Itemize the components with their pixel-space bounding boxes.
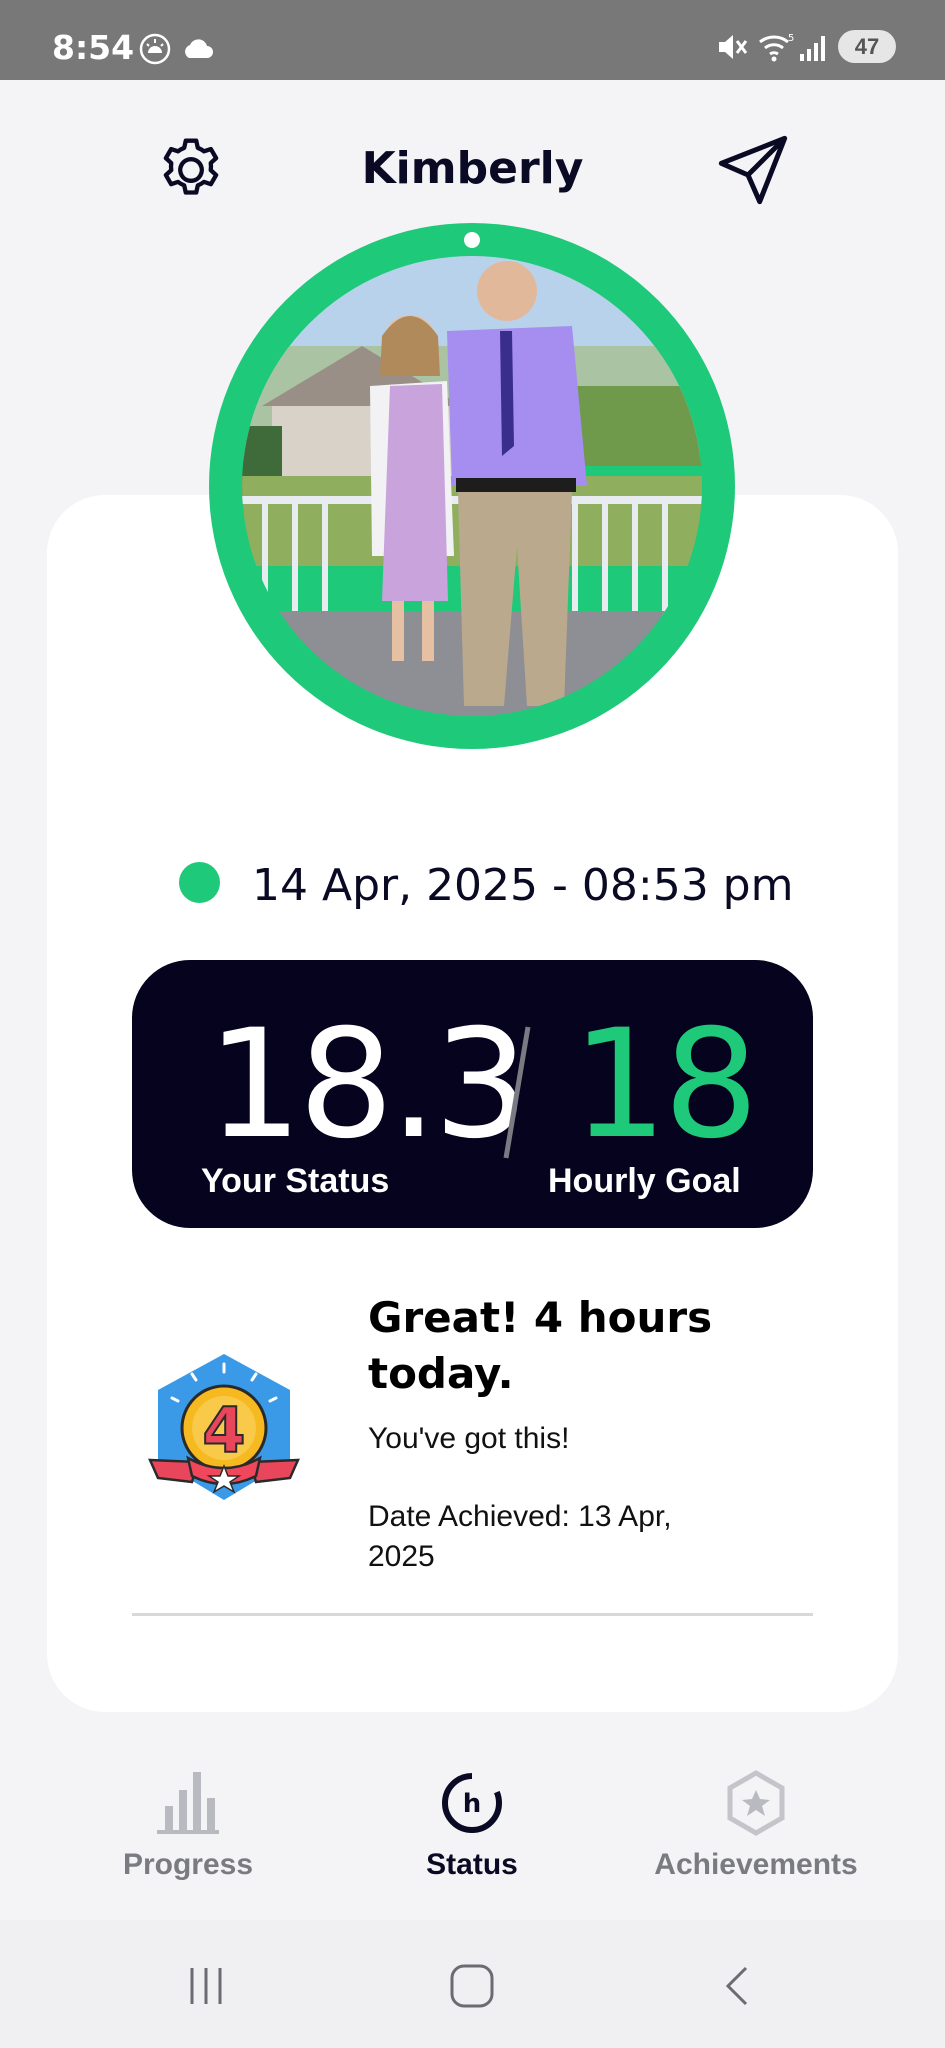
send-button[interactable]	[708, 125, 798, 215]
nav-progress-label: Progress	[122, 1848, 254, 1881]
back-button[interactable]	[708, 1956, 768, 2016]
nav-achievements[interactable]: Achievements	[626, 1770, 886, 1890]
page-title: Kimberly	[361, 143, 584, 194]
nav-status[interactable]: h Status	[342, 1770, 602, 1890]
status-time: 8:54	[52, 28, 135, 67]
avatar[interactable]	[242, 256, 702, 716]
battery-icon: 47	[838, 30, 896, 63]
sun-alert-icon	[139, 33, 171, 65]
status-value: 18.3	[207, 998, 529, 1172]
status-datetime: 14 Apr, 2025 - 08:53 pm	[252, 860, 794, 911]
status-label: Your Status	[201, 1162, 390, 1200]
home-button[interactable]	[442, 1956, 502, 2016]
score-panel: 18.3 18 Your Status Hourly Goal	[132, 960, 813, 1228]
wifi-icon: 5	[759, 33, 794, 62]
achievement-title: Great! 4 hours today.	[368, 1293, 713, 1398]
star-badge-icon	[727, 1770, 785, 1836]
achievement-date: Date Achieved: 13 Apr, 2025	[368, 1500, 672, 1573]
mute-icon	[719, 35, 748, 59]
goal-value: 18	[572, 998, 759, 1172]
profile-photo	[242, 256, 702, 716]
nav-progress[interactable]: Progress	[58, 1770, 318, 1890]
online-status-dot	[179, 862, 220, 903]
svg-text:h: h	[463, 1789, 482, 1819]
recents-button[interactable]	[176, 1956, 236, 2016]
badge-number: 4	[202, 1394, 245, 1467]
ring-indicator-dot	[464, 232, 480, 248]
recents-icon	[190, 1968, 222, 2004]
system-nav-bar	[0, 1920, 945, 2048]
bar-chart-icon	[157, 1772, 219, 1834]
nav-achievements-label: Achievements	[654, 1848, 858, 1881]
achievement-badge-icon: 4	[148, 1354, 300, 1500]
status-bar: 8:54 5 47	[0, 0, 945, 80]
nav-status-label: Status	[426, 1848, 518, 1881]
achievement-subtitle: You've got this!	[368, 1422, 570, 1455]
home-icon	[450, 1964, 494, 2008]
divider	[132, 1613, 813, 1616]
svg-text:5: 5	[788, 33, 794, 44]
goal-label: Hourly Goal	[548, 1162, 741, 1200]
send-icon	[718, 135, 788, 205]
cloud-icon	[185, 39, 213, 58]
clock-h-icon: h	[442, 1772, 502, 1833]
back-icon	[725, 1966, 748, 2006]
signal-icon	[800, 36, 825, 61]
score-divider-slash	[503, 1026, 531, 1159]
